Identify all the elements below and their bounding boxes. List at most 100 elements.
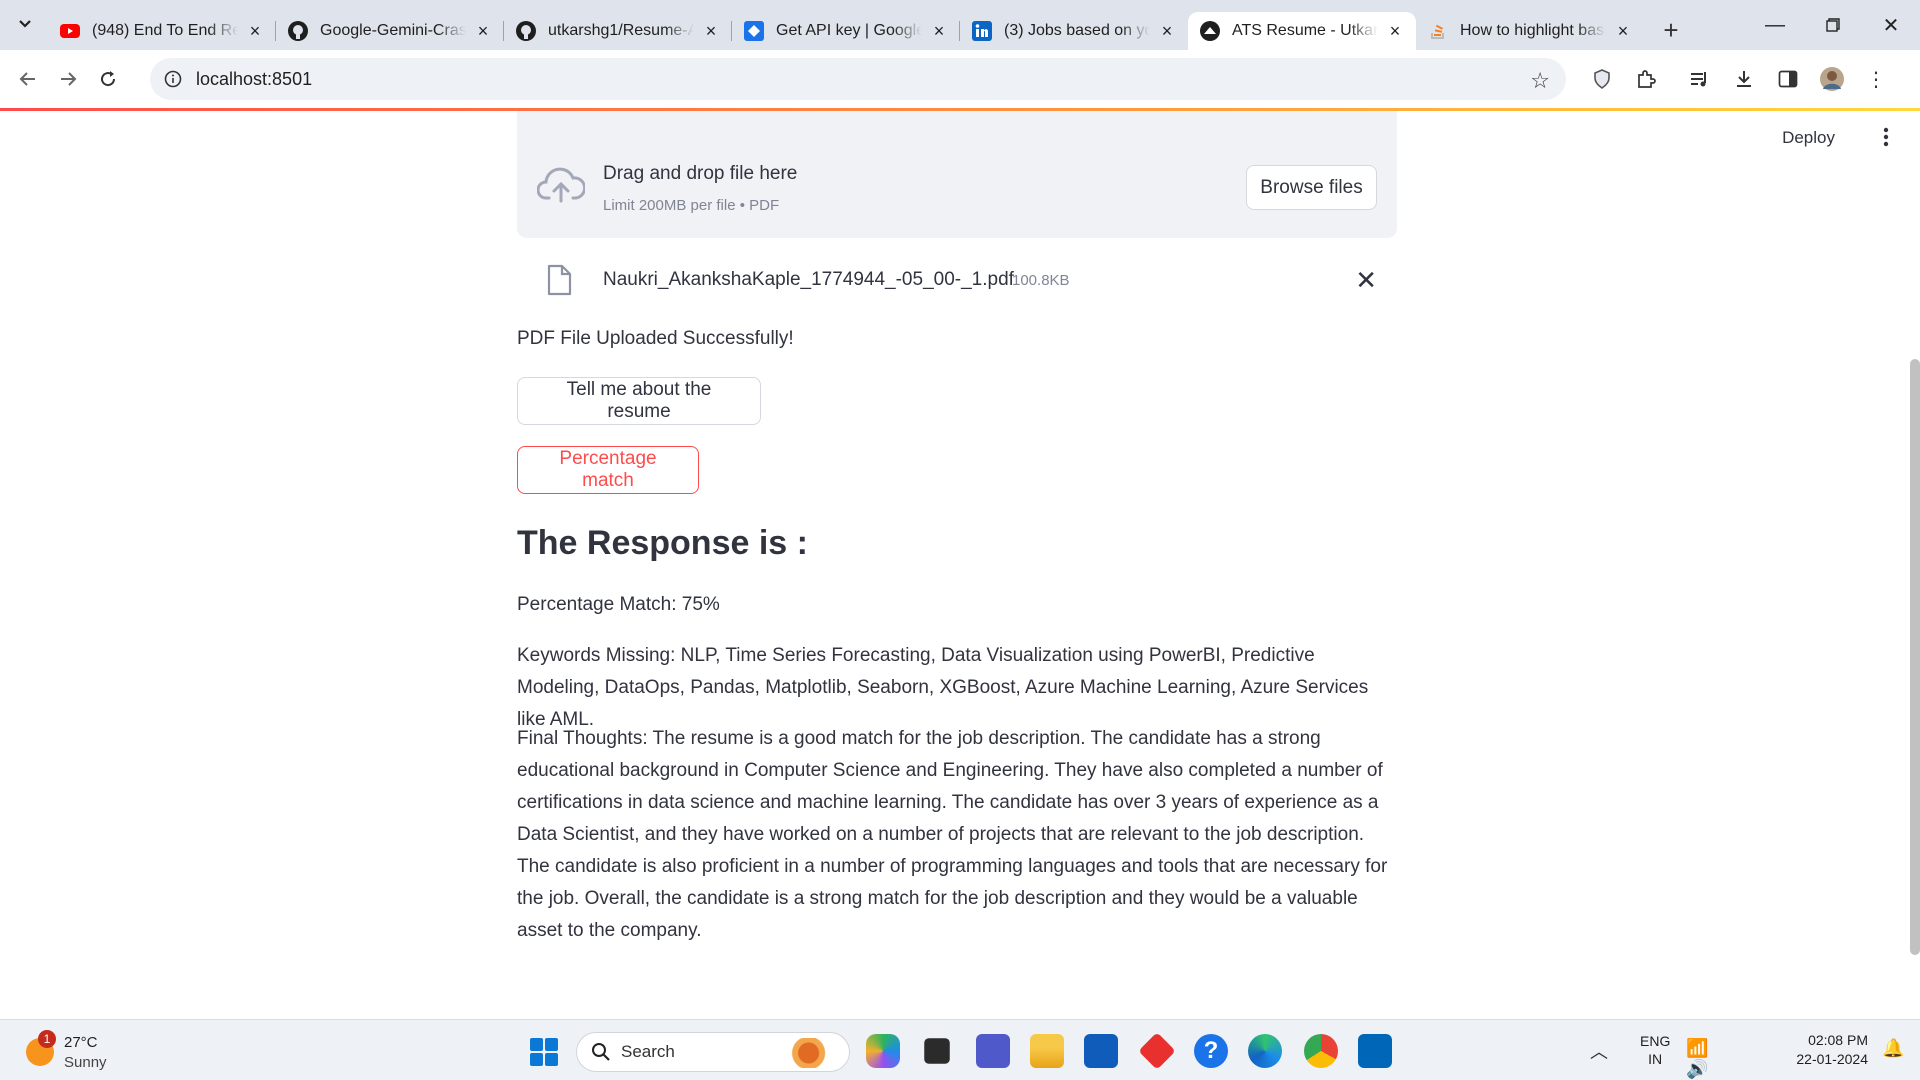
tab-title: (3) Jobs based on yo xyxy=(1004,22,1150,39)
microsoft-store-icon[interactable] xyxy=(1084,1034,1118,1068)
reload-button[interactable] xyxy=(88,59,128,99)
response-heading: The Response is : xyxy=(517,524,808,562)
teams-icon[interactable] xyxy=(976,1034,1010,1068)
weather-condition: Sunny xyxy=(64,1054,107,1071)
shield-extension-icon[interactable] xyxy=(1580,59,1624,99)
new-tab-button[interactable]: + xyxy=(1656,16,1686,46)
minimize-button[interactable]: — xyxy=(1746,0,1804,50)
task-view-icon[interactable] xyxy=(924,1038,950,1064)
downloads-icon[interactable] xyxy=(1722,59,1766,99)
dropzone-limit: Limit 200MB per file • PDF xyxy=(603,197,780,214)
tab-linkedin[interactable]: (3) Jobs based on yo × xyxy=(960,12,1188,50)
extensions-puzzle-icon[interactable] xyxy=(1624,59,1668,99)
weather-widget[interactable]: 1 27°C Sunny xyxy=(26,1030,146,1072)
clock-date: 22-01-2024 xyxy=(1796,1051,1868,1067)
start-button[interactable] xyxy=(530,1038,558,1066)
tab-ats-resume[interactable]: ATS Resume - Utkars × xyxy=(1188,12,1416,50)
stackoverflow-icon xyxy=(1428,21,1448,41)
chrome-icon[interactable] xyxy=(1304,1034,1338,1068)
language-indicator[interactable]: ENG IN xyxy=(1640,1032,1670,1068)
page-scrollbar[interactable] xyxy=(1910,359,1920,955)
percentage-match-button[interactable]: Percentage match xyxy=(517,446,699,494)
close-window-button[interactable]: ✕ xyxy=(1862,0,1920,50)
github-icon xyxy=(288,21,308,41)
tab-stackoverflow[interactable]: How to highlight bas × xyxy=(1416,12,1644,50)
browser-tabstrip: (948) End To End Res × Google-Gemini-Cra… xyxy=(0,0,1920,50)
deploy-button[interactable]: Deploy xyxy=(1782,128,1835,148)
toolbar-actions: ⋮ xyxy=(1580,59,1898,99)
tab-title: Google-Gemini-Crash xyxy=(320,22,466,39)
weather-temperature: 27°C xyxy=(64,1034,98,1051)
edge-icon[interactable] xyxy=(1248,1034,1282,1068)
percentage-match-text: Percentage Match: 75% xyxy=(517,594,720,615)
taskbar-search[interactable]: Search xyxy=(576,1032,850,1072)
side-panel-icon[interactable] xyxy=(1766,59,1810,99)
tab-title: utkarshg1/Resume-A xyxy=(548,22,694,39)
reload-icon xyxy=(101,71,116,87)
url-text: localhost:8501 xyxy=(196,68,313,89)
vscode-icon[interactable] xyxy=(1358,1034,1392,1068)
site-info-icon[interactable] xyxy=(164,70,182,88)
tell-about-resume-button[interactable]: Tell me about the resume xyxy=(517,377,761,425)
weather-badge: 1 xyxy=(38,1030,56,1048)
tab-close-icon[interactable]: × xyxy=(1614,22,1632,40)
anydesk-icon[interactable] xyxy=(1138,1032,1176,1070)
remove-file-icon[interactable]: ✕ xyxy=(1355,265,1377,296)
tab-close-icon[interactable]: × xyxy=(1158,22,1176,40)
back-button[interactable] xyxy=(8,59,48,99)
language-code: ENG xyxy=(1640,1033,1671,1049)
linkedin-icon xyxy=(972,21,992,41)
tab-google-api[interactable]: Get API key | Google × xyxy=(732,12,960,50)
github-icon xyxy=(516,21,536,41)
restore-button[interactable] xyxy=(1804,0,1862,50)
file-name: Naukri_AkankshaKaple_1774944_-05_00-_1.p… xyxy=(603,269,1014,290)
tab-youtube[interactable]: (948) End To End Res × xyxy=(48,12,276,50)
tab-close-icon[interactable]: × xyxy=(930,22,948,40)
final-thoughts-text: Final Thoughts: The resume is a good mat… xyxy=(517,728,1388,941)
tab-list: (948) End To End Res × Google-Gemini-Cra… xyxy=(48,6,1686,50)
tab-github-resume[interactable]: utkarshg1/Resume-A × xyxy=(504,12,732,50)
browse-files-button[interactable]: Browse files xyxy=(1246,165,1377,210)
tab-close-icon[interactable]: × xyxy=(474,22,492,40)
keywords-missing-text: Keywords Missing: NLP, Time Series Forec… xyxy=(517,645,1369,730)
file-size: 100.8KB xyxy=(1012,272,1070,289)
cloud-upload-icon xyxy=(537,167,585,203)
file-dropzone[interactable]: Drag and drop file here Limit 200MB per … xyxy=(517,111,1397,238)
media-control-icon[interactable] xyxy=(1678,59,1722,99)
uploaded-file: Naukri_AkankshaKaple_1774944_-05_00-_1.p… xyxy=(517,256,1397,302)
file-icon xyxy=(547,264,572,296)
show-hidden-icons-icon[interactable]: ︿ xyxy=(1590,1038,1608,1064)
clock-time: 02:08 PM xyxy=(1808,1032,1868,1048)
clock[interactable]: 02:08 PM 22-01-2024 xyxy=(1786,1031,1868,1069)
region-code: IN xyxy=(1648,1051,1663,1067)
profile-avatar[interactable] xyxy=(1810,59,1854,99)
tab-github-gemini[interactable]: Google-Gemini-Crash × xyxy=(276,12,504,50)
address-bar[interactable]: localhost:8501 ☆ xyxy=(150,58,1566,100)
tab-close-icon[interactable]: × xyxy=(1386,22,1404,40)
window-controls: — ✕ xyxy=(1746,0,1920,50)
search-icon xyxy=(592,1043,610,1061)
tab-close-icon[interactable]: × xyxy=(246,22,264,40)
help-icon[interactable]: ? xyxy=(1194,1034,1228,1068)
tab-title: How to highlight bas xyxy=(1460,22,1605,39)
forward-button[interactable] xyxy=(48,59,88,99)
dropzone-title: Drag and drop file here xyxy=(603,163,798,184)
tab-search-button[interactable] xyxy=(10,9,40,39)
notification-bell-icon[interactable]: 🔔 xyxy=(1882,1038,1904,1059)
upload-success-text: PDF File Uploaded Successfully! xyxy=(517,328,794,349)
tab-close-icon[interactable]: × xyxy=(702,22,720,40)
browser-menu-icon[interactable]: ⋮ xyxy=(1854,59,1898,99)
search-highlight-icon xyxy=(787,1038,841,1068)
network-volume-battery-icons[interactable]: 📶🔊🔋 xyxy=(1686,1038,1716,1080)
arrow-right-icon xyxy=(61,72,77,86)
arrow-left-icon xyxy=(19,72,35,86)
copilot-icon[interactable] xyxy=(866,1034,900,1068)
google-ai-icon xyxy=(744,21,764,41)
file-explorer-icon[interactable] xyxy=(1030,1034,1064,1068)
taskbar-search-label: Search xyxy=(621,1042,675,1061)
main-menu-icon[interactable] xyxy=(1876,125,1896,149)
bookmark-star-icon[interactable]: ☆ xyxy=(1530,68,1550,94)
browser-toolbar: localhost:8501 ☆ ⋮ xyxy=(0,50,1920,108)
chevron-down-icon xyxy=(19,20,31,28)
streamlit-icon xyxy=(1200,21,1220,41)
